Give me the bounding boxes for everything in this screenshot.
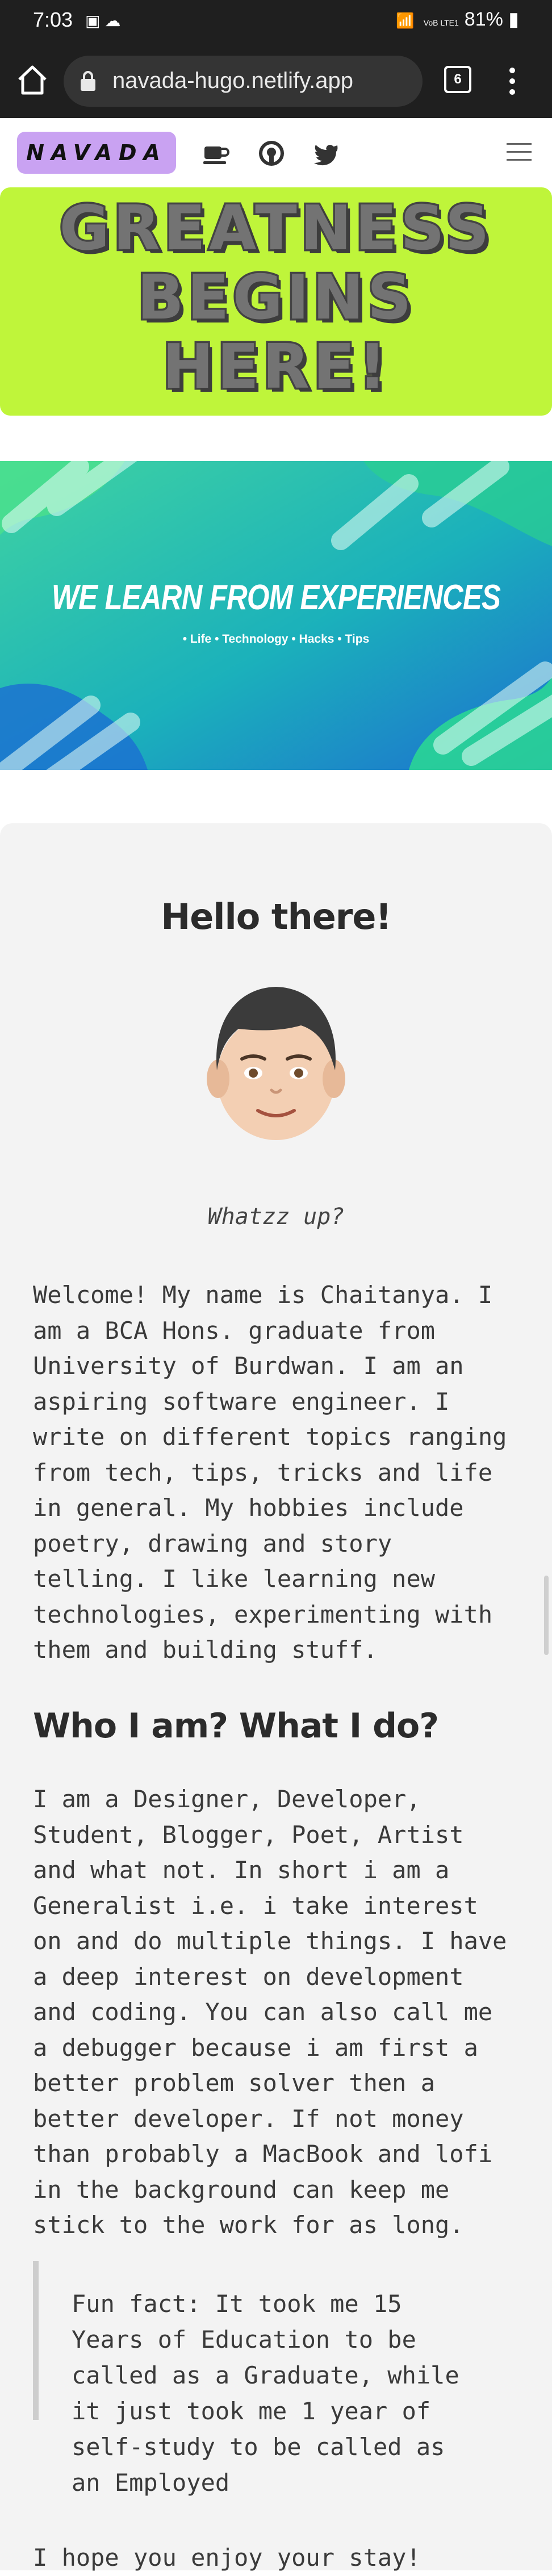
browser-menu-icon[interactable] [507, 65, 518, 99]
hero-banner: GREATNESS BEGINS HERE! [0, 187, 552, 416]
intro-line: write on different topics ranging [33, 1423, 507, 1451]
network-label: VoB LTE1 [423, 18, 459, 27]
hero-line-3: HERE! [160, 330, 390, 405]
fun-fact-text: Fun fact: It took me 15 Years of Educati… [72, 2286, 552, 2500]
url-text[interactable]: navada-hugo.netlify.app [112, 68, 353, 94]
notification-icons: ▣☁ [85, 11, 125, 30]
man-emoji-avatar [207, 987, 345, 1140]
home-icon[interactable] [12, 60, 52, 100]
quote-line: it just took me 1 year of [72, 2397, 431, 2425]
coffee-icon[interactable] [201, 139, 231, 168]
intro-line: telling. I like learning new [33, 1565, 436, 1593]
lock-icon [81, 71, 95, 91]
intro-line: technologies, experimenting with [33, 1600, 493, 1628]
signal-icon: 📶 [396, 12, 417, 29]
about-line: a debugger because i am first a [33, 2033, 478, 2062]
site-header: NAVADA [0, 118, 552, 190]
hero-line-1: GREATNESS [57, 191, 493, 266]
about-line: better problem solver then a [33, 2069, 436, 2097]
about-line: a deep interest on development [33, 1962, 464, 1991]
about-line: Generalist i.e. i take interest [33, 1891, 478, 1920]
about-line: Student, Blogger, Poet, Artist [33, 1820, 464, 1849]
browser-toolbar: navada-hugo.netlify.app 6 [0, 44, 552, 118]
intro-line: in general. My hobbies include [33, 1494, 464, 1522]
hero-line-2: BEGINS [135, 261, 415, 336]
greeting-heading: Hello there! [161, 896, 391, 937]
twitter-icon[interactable] [311, 139, 341, 168]
about-paragraph: I am a Designer, Developer, Student, Blo… [33, 1782, 527, 2243]
battery-level: 81% [464, 9, 503, 30]
status-right: 📶 VoB LTE1 81% ▮ [396, 8, 519, 31]
about-line: I am a Designer, Developer, [33, 1785, 421, 1813]
intro-paragraph: Welcome! My name is Chaitanya. I am a BC… [33, 1277, 527, 1668]
closing-line: I hope you enjoy your stay! [33, 2544, 421, 2571]
intro-line: aspiring software engineer. I [33, 1387, 450, 1415]
tagline: Whatzz up? [207, 1204, 345, 1230]
intro-line: from tech, tips, tricks and life [33, 1458, 493, 1486]
intro-line: University of Burdwan. I am an [33, 1352, 464, 1380]
tab-switcher-button[interactable]: 6 [444, 66, 471, 93]
about-line: better developer. If not money [33, 2104, 464, 2133]
intro-line: them and building stuff. [33, 1636, 378, 1664]
quote-line: Fun fact: It took me 15 [72, 2290, 402, 2318]
quote-line: Years of Education to be [72, 2326, 416, 2353]
menu-toggle-icon[interactable] [507, 143, 532, 167]
site-logo[interactable]: NAVADA [17, 132, 176, 174]
about-line: on and do multiple things. I have [33, 1927, 507, 1955]
status-time: 7:03 [33, 8, 73, 31]
gallery-icon: ▣ [85, 11, 105, 30]
fun-fact-blockquote: Fun fact: It took me 15 Years of Educati… [33, 2261, 504, 2497]
about-line: and coding. You can also call me [33, 1998, 493, 2026]
cover-image: WE LEARN FROM EXPERIENCES • Life • Techn… [0, 461, 552, 770]
intro-line: poetry, drawing and story [33, 1529, 392, 1557]
about-line: stick to the work for as long. [33, 2211, 464, 2239]
quote-line: an Employed [72, 2469, 230, 2497]
weather-icon: ☁ [104, 11, 126, 30]
closing-paragraph: I hope you enjoy your stay! [33, 2540, 527, 2576]
github-icon[interactable] [257, 139, 286, 168]
section-heading: Who I am? What I do? [33, 1706, 439, 1746]
intro-line: am a BCA Hons. graduate from [33, 1316, 436, 1344]
cover-subtitle: • Life • Technology • Hacks • Tips [182, 633, 370, 646]
quote-line: called as a Graduate, while [72, 2361, 459, 2389]
url-bar[interactable]: navada-hugo.netlify.app [64, 56, 423, 107]
about-line: than probably a MacBook and lofi [33, 2140, 493, 2168]
scrollbar-thumb[interactable] [544, 1576, 549, 1655]
about-line: and what not. In short i am a [33, 1856, 450, 1884]
quote-line: self-study to be called as [72, 2433, 445, 2461]
battery-icon: ▮ [503, 9, 519, 30]
cover-title: WE LEARN FROM EXPERIENCES [51, 578, 501, 617]
about-line: in the background can keep me [33, 2175, 450, 2204]
status-bar: 7:03 ▣☁ 📶 VoB LTE1 81% ▮ [0, 0, 552, 44]
intro-line: Welcome! My name is Chaitanya. I [33, 1281, 493, 1309]
